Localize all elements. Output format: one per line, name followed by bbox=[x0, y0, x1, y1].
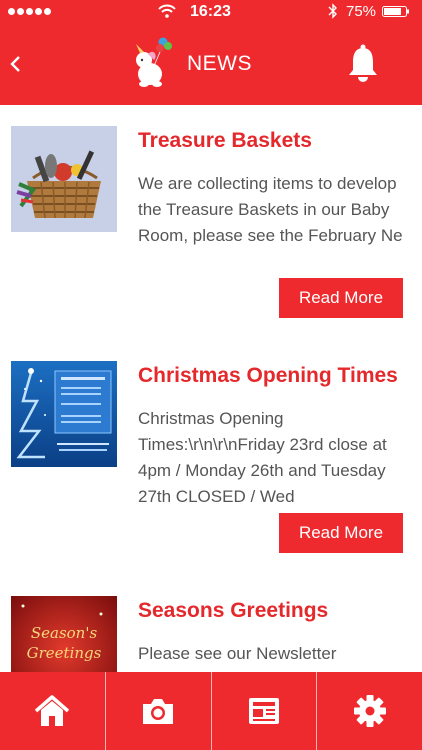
unicorn-logo-icon bbox=[136, 37, 172, 87]
bottom-tab-bar bbox=[0, 672, 422, 750]
news-title[interactable]: Seasons Greetings bbox=[138, 599, 328, 623]
seasons-greetings-image: Season's Greetings bbox=[11, 596, 117, 672]
christmas-tree-image bbox=[11, 361, 117, 467]
gear-icon bbox=[353, 695, 386, 727]
tab-gallery[interactable] bbox=[104, 672, 211, 750]
status-time: 16:23 bbox=[190, 3, 231, 20]
newspaper-icon bbox=[248, 698, 279, 724]
tab-settings[interactable] bbox=[316, 672, 422, 750]
wifi-icon bbox=[158, 4, 176, 18]
news-title[interactable]: Treasure Baskets bbox=[138, 129, 312, 153]
news-thumbnail[interactable] bbox=[11, 361, 117, 467]
signal-strength-icon bbox=[8, 8, 51, 15]
page-title: NEWS bbox=[187, 52, 252, 75]
greetings-line-1: Season's bbox=[31, 624, 98, 642]
news-excerpt: We are collecting items to develop the T… bbox=[138, 174, 403, 245]
tab-news[interactable] bbox=[210, 672, 317, 750]
news-thumbnail[interactable]: Season's Greetings bbox=[11, 596, 117, 672]
news-thumbnail[interactable] bbox=[11, 126, 117, 232]
battery-percentage: 75% bbox=[346, 3, 377, 20]
news-title[interactable]: Christmas Opening Times bbox=[138, 364, 398, 388]
news-excerpt: Please see our Newsletter bbox=[138, 644, 337, 663]
camera-icon bbox=[143, 699, 174, 724]
treasure-basket-image bbox=[11, 126, 117, 232]
app-header: 16:23 75% NEWS bbox=[0, 0, 422, 105]
battery-icon bbox=[382, 6, 409, 17]
bell-icon[interactable] bbox=[345, 44, 381, 84]
tab-home[interactable] bbox=[0, 672, 105, 750]
back-chevron-icon[interactable] bbox=[6, 50, 26, 78]
status-bar: 16:23 75% bbox=[0, 0, 422, 24]
greetings-line-2: Greetings bbox=[27, 644, 102, 662]
news-feed[interactable]: Treasure Baskets We are collecting items… bbox=[0, 105, 422, 672]
home-icon bbox=[35, 695, 70, 726]
read-more-button[interactable]: Read More bbox=[279, 513, 403, 553]
read-more-button[interactable]: Read More bbox=[279, 278, 403, 318]
bluetooth-icon bbox=[328, 3, 337, 19]
news-excerpt: Christmas Opening Times:\r\n\r\nFriday 2… bbox=[138, 409, 387, 506]
